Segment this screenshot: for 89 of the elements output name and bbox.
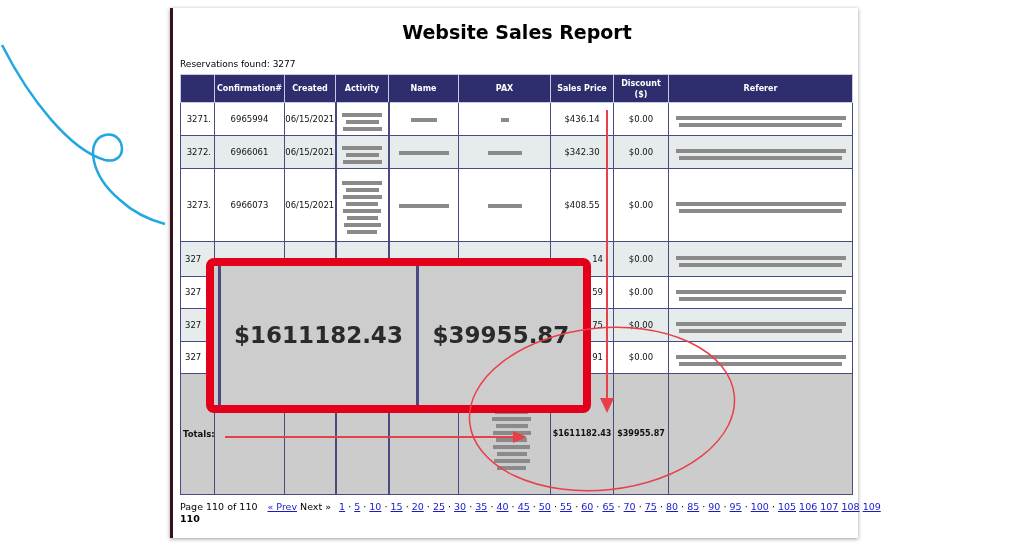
separator-dot: ·	[469, 501, 473, 512]
page-link[interactable]: 105	[777, 501, 797, 512]
page-link[interactable]: 5	[354, 501, 361, 512]
table-cell: $0.00	[613, 102, 669, 136]
blurred-text	[342, 112, 382, 131]
column-header: Name	[388, 74, 459, 103]
column-header: Referer	[668, 74, 853, 103]
column-header: Created	[284, 74, 336, 103]
table-cell: $342.30	[550, 135, 614, 169]
table-cell: 3271.	[180, 102, 215, 136]
blurred-text	[398, 203, 449, 208]
page-link[interactable]: 40	[496, 501, 509, 512]
prev-link[interactable]: « Prev	[267, 501, 298, 512]
column-header: Activity	[335, 74, 389, 103]
separator-dot: ·	[511, 501, 515, 512]
separator-dot: ·	[448, 501, 452, 512]
page-link[interactable]: 50	[538, 501, 551, 512]
magnified-total: $1611182.43	[233, 321, 404, 351]
separator-dot: ·	[553, 501, 557, 512]
table-cell: 6966061	[214, 135, 285, 169]
separator-dot: ·	[771, 501, 775, 512]
separator-dot: ·	[426, 501, 430, 512]
table-cell: 3273.	[180, 168, 215, 242]
separator-dot: ·	[617, 501, 621, 512]
page-link[interactable]: 15	[390, 501, 403, 512]
page-link[interactable]: 107	[820, 501, 839, 512]
page-link[interactable]: 100	[750, 501, 769, 512]
page-link[interactable]: 80	[665, 501, 679, 512]
blurred-text	[342, 145, 382, 164]
page-link[interactable]: 75	[644, 501, 657, 512]
table-cell: $436.14	[550, 102, 614, 136]
page-link[interactable]: 35	[475, 501, 488, 512]
page-link[interactable]: 65	[602, 501, 615, 512]
page-link[interactable]: 60	[581, 501, 594, 512]
current-page: 110	[180, 513, 200, 524]
page-link[interactable]: 1	[339, 501, 346, 512]
separator-dot: ·	[348, 501, 352, 512]
blurred-text	[398, 150, 449, 155]
separator-dot: ·	[723, 501, 727, 512]
table-cell: $0.00	[613, 241, 669, 277]
page-link[interactable]: 108	[841, 501, 860, 512]
separator-dot: ·	[532, 501, 536, 512]
separator-dot: ·	[384, 501, 388, 512]
table-cell: 6965994	[214, 102, 285, 136]
table-cell: $0.00	[613, 168, 669, 242]
report-title: Website Sales Report	[401, 20, 633, 45]
table-cell: $0.00	[613, 341, 669, 374]
table-cell: $0.00	[613, 135, 669, 169]
blurred-text	[410, 117, 437, 122]
separator-dot: ·	[490, 501, 494, 512]
column-header: Discount ($)	[613, 74, 669, 103]
separator-dot: ·	[575, 501, 579, 512]
page-link[interactable]: 109	[862, 501, 881, 512]
page-link[interactable]: 90	[708, 501, 721, 512]
page-summary: Page 110 of 110	[180, 501, 258, 512]
separator-dot: ·	[681, 501, 685, 512]
page-link[interactable]: 10	[369, 501, 382, 512]
separator-dot: ·	[744, 501, 748, 512]
blurred-text	[342, 181, 382, 234]
table-cell: 3272.	[180, 135, 215, 169]
separator-dot: ·	[405, 501, 409, 512]
page-link[interactable]: 55	[560, 501, 573, 512]
separator-dot: ·	[363, 501, 367, 512]
page-link[interactable]: 70	[623, 501, 636, 512]
page-link[interactable]: 106	[799, 501, 818, 512]
discount-total: $39955.87	[613, 373, 669, 495]
next-label: Next »	[300, 501, 332, 512]
column-header: PAX	[458, 74, 551, 103]
page-link[interactable]: 30	[454, 501, 467, 512]
page-link[interactable]: 95	[729, 501, 742, 512]
column-header: Confirmation#	[214, 74, 285, 103]
blurred-text	[500, 117, 509, 122]
table-cell: $408.55	[550, 168, 614, 242]
page-link[interactable]: 20	[411, 501, 424, 512]
page-link[interactable]: 85	[687, 501, 700, 512]
table-cell: $0.00	[613, 308, 669, 342]
separator-dot: ·	[659, 501, 663, 512]
reservations-count: Reservations found: 3277	[180, 58, 297, 71]
page-link[interactable]: 45	[517, 501, 530, 512]
page-link[interactable]: 25	[432, 501, 445, 512]
column-header: Sales Price	[550, 74, 614, 103]
blurred-text	[487, 150, 522, 155]
table-cell: 6966073	[214, 168, 285, 242]
blurred-text	[487, 203, 522, 208]
column-header	[180, 74, 215, 103]
table-cell: $0.00	[613, 276, 669, 309]
separator-dot: ·	[596, 501, 600, 512]
separator-dot: ·	[702, 501, 706, 512]
separator-dot: ·	[638, 501, 642, 512]
